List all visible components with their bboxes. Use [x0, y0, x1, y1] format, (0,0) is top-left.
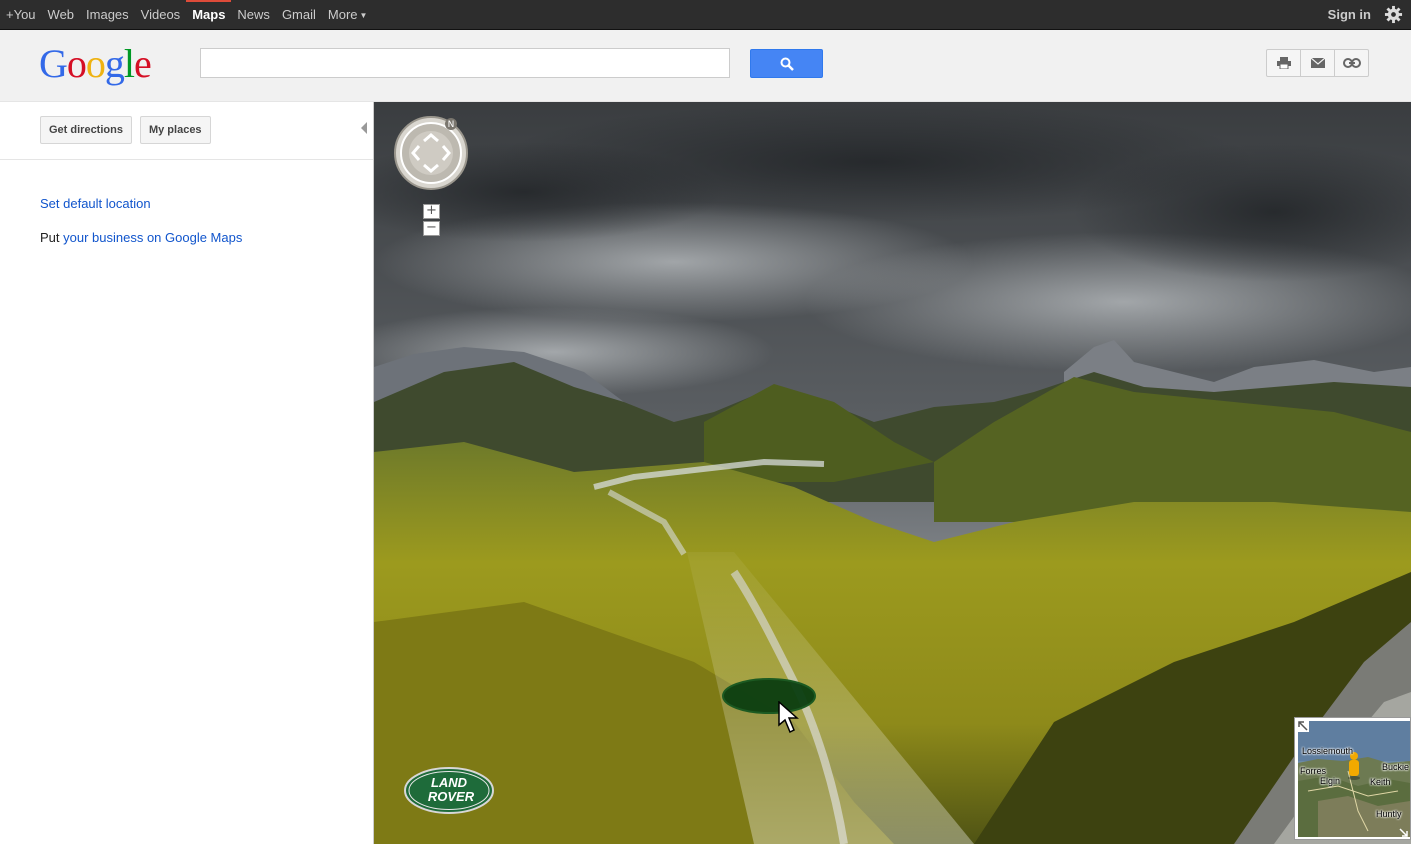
- map-label-huntly: Huntly: [1376, 809, 1402, 819]
- nav-more[interactable]: More ▼: [322, 0, 374, 29]
- map-label-buckie: Buckie: [1382, 762, 1410, 772]
- business-on-maps-link[interactable]: your business on Google Maps: [63, 230, 242, 245]
- my-places-button[interactable]: My places: [139, 116, 211, 144]
- map-label-lossiemouth: Lossiemouth: [1302, 746, 1354, 756]
- map-label-forres: Forres: [1300, 766, 1327, 776]
- gear-icon[interactable]: [1384, 5, 1403, 24]
- put-business-text: Put your business on Google Maps: [40, 230, 242, 245]
- zoom-in-button[interactable]: +: [423, 204, 440, 219]
- land-rover-line1: LAND: [431, 775, 468, 790]
- land-rover-line2: ROVER: [428, 789, 475, 804]
- nav-more-label: More: [327, 7, 358, 22]
- map-tools: [1266, 49, 1369, 77]
- pan-compass-control[interactable]: N: [393, 115, 469, 191]
- collapse-panel-icon[interactable]: [361, 122, 367, 134]
- print-icon: [1276, 57, 1291, 69]
- email-button[interactable]: [1300, 49, 1335, 77]
- top-nav-links: +You Web Images Videos Maps News Gmail M…: [0, 0, 373, 29]
- street-view-panorama[interactable]: N + − LAND ROVER Lossiemouth Buckie Forr…: [374, 102, 1411, 844]
- zoom-out-button[interactable]: −: [423, 221, 440, 236]
- search-input[interactable]: [200, 48, 730, 78]
- expand-icon[interactable]: [1297, 720, 1309, 732]
- land-rover-logo[interactable]: LAND ROVER: [404, 767, 494, 814]
- search-button[interactable]: [750, 49, 823, 78]
- panorama-image: [374, 102, 1411, 844]
- search-icon: [780, 57, 794, 71]
- resize-icon[interactable]: [1398, 827, 1408, 837]
- left-panel: Get directions My places Set default loc…: [0, 102, 374, 844]
- mini-map-terrain: [1298, 721, 1410, 837]
- map-label-keith: Keith: [1370, 777, 1391, 787]
- sign-in-link[interactable]: Sign in: [1328, 0, 1371, 29]
- cursor-arrow-icon: [778, 701, 799, 734]
- put-label: Put: [40, 230, 64, 245]
- chevron-down-icon: ▼: [359, 11, 368, 21]
- top-navigation-bar: +You Web Images Videos Maps News Gmail M…: [0, 0, 1411, 30]
- email-icon: [1310, 58, 1325, 68]
- map-label-elgin: Elgin: [1320, 776, 1341, 786]
- set-default-location-link[interactable]: Set default location: [40, 196, 151, 211]
- mini-map-view[interactable]: Lossiemouth Buckie Forres Elgin Keith Hu…: [1298, 721, 1410, 837]
- print-button[interactable]: [1266, 49, 1301, 77]
- nav-images[interactable]: Images: [80, 0, 135, 29]
- nav-gmail[interactable]: Gmail: [276, 0, 322, 29]
- nav-web[interactable]: Web: [42, 0, 81, 29]
- nav-news[interactable]: News: [231, 0, 276, 29]
- link-button[interactable]: [1334, 49, 1369, 77]
- compass-north-label: N: [448, 120, 455, 130]
- nav-maps[interactable]: Maps: [186, 0, 232, 29]
- google-logo[interactable]: Google: [39, 42, 152, 86]
- nav-plus-you[interactable]: +You: [0, 0, 42, 29]
- get-directions-button[interactable]: Get directions: [40, 116, 132, 144]
- panel-buttons: Get directions My places: [40, 116, 211, 144]
- mini-map[interactable]: Lossiemouth Buckie Forres Elgin Keith Hu…: [1294, 717, 1411, 840]
- panel-divider: [0, 159, 373, 160]
- link-icon: [1342, 58, 1361, 68]
- nav-videos[interactable]: Videos: [135, 0, 187, 29]
- header: Google: [0, 30, 1411, 102]
